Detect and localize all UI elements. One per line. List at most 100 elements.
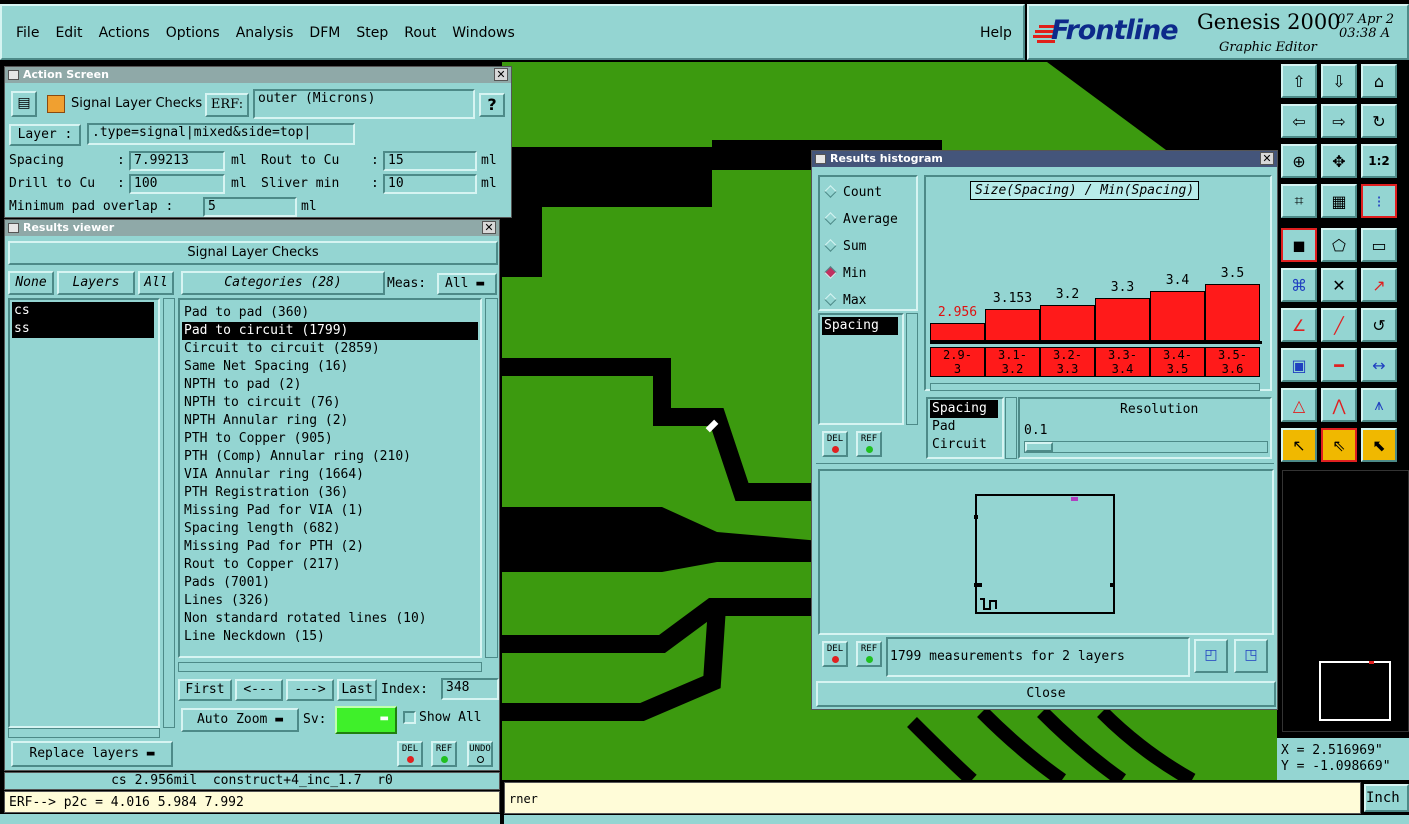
triangle-icon[interactable]: △ xyxy=(1281,388,1317,422)
rout-input[interactable]: 15 xyxy=(383,151,477,171)
list-item[interactable]: ss xyxy=(12,320,154,338)
pan-right-icon[interactable]: ⇨ xyxy=(1321,104,1357,138)
category-item[interactable]: Non standard rotated lines (10) xyxy=(182,610,478,628)
category-item[interactable]: NPTH Annular ring (2) xyxy=(182,412,478,430)
sliver-input[interactable]: 10 xyxy=(383,174,477,194)
grid-icon[interactable]: ▦ xyxy=(1321,184,1357,218)
resolution-scrollbar[interactable] xyxy=(1005,397,1017,459)
trace-icon[interactable]: ━ xyxy=(1321,348,1357,382)
help-button[interactable]: ? xyxy=(479,93,505,117)
mode-sum-radio[interactable]: Sum xyxy=(824,239,866,254)
undo-button[interactable]: UNDO xyxy=(467,741,493,767)
erf-button[interactable]: ERF: xyxy=(205,93,249,117)
index-input[interactable]: 348 xyxy=(441,678,499,700)
pointer-icon[interactable]: ↖ xyxy=(1281,428,1317,462)
bin-label[interactable]: 3.2- 3.3 xyxy=(1040,347,1095,377)
pad-icon[interactable]: ◼ xyxy=(1281,228,1317,262)
menu-help[interactable]: Help xyxy=(980,25,1012,41)
menu-options[interactable]: Options xyxy=(166,25,220,41)
histogram-bar[interactable] xyxy=(930,322,985,341)
list-item[interactable]: Spacing xyxy=(822,317,898,335)
measure-list[interactable]: Spacing xyxy=(818,313,904,425)
menu-edit[interactable]: Edit xyxy=(55,25,82,41)
list-item[interactable]: Circuit xyxy=(930,436,998,454)
save-down-icon[interactable]: ⇩ xyxy=(1321,64,1357,98)
zoom-select-icon[interactable]: ◳ xyxy=(1234,639,1268,673)
measure-icon[interactable]: ⌗ xyxy=(1281,184,1317,218)
sv-color-select[interactable]: ▬ xyxy=(335,706,397,734)
list-item[interactable]: Spacing xyxy=(930,400,998,418)
categories-button[interactable]: Categories (28) xyxy=(181,271,385,295)
close-button[interactable]: Close xyxy=(816,681,1276,707)
category-item[interactable]: Lines (326) xyxy=(182,592,478,610)
category-item[interactable]: PTH to Copper (905) xyxy=(182,430,478,448)
select-icon[interactable]: ⇖ xyxy=(1321,428,1357,462)
menu-analysis[interactable]: Analysis xyxy=(236,25,294,41)
via-icon[interactable]: ▣ xyxy=(1281,348,1317,382)
category-item[interactable]: PTH Registration (36) xyxy=(182,484,478,502)
show-all-checkbox[interactable] xyxy=(403,711,416,724)
meas-select[interactable]: All ▬ xyxy=(437,273,497,295)
replace-layers-select[interactable]: Replace layers ▬ xyxy=(11,741,173,767)
diagonal-icon[interactable]: ╱ xyxy=(1321,308,1357,342)
layers-icon[interactable]: ⁝ xyxy=(1361,184,1397,218)
histogram-bar[interactable] xyxy=(1095,298,1150,341)
histogram-bar[interactable] xyxy=(1150,291,1205,341)
zoom-fit-icon[interactable]: ◰ xyxy=(1194,639,1228,673)
clipboard-icon[interactable]: ▤ xyxy=(11,91,37,117)
histogram-bar[interactable] xyxy=(1040,305,1095,341)
arc-icon[interactable]: ↺ xyxy=(1361,308,1397,342)
category-item[interactable]: NPTH to pad (2) xyxy=(182,376,478,394)
zoom-fit-icon[interactable]: ✥ xyxy=(1321,144,1357,178)
layers-hscrollbar[interactable] xyxy=(8,728,160,738)
line-icon[interactable]: ∠ xyxy=(1281,308,1317,342)
close-icon[interactable]: ✕ xyxy=(1260,152,1274,165)
measure-scrollbar[interactable] xyxy=(906,313,918,425)
resolution-slider[interactable] xyxy=(1024,441,1268,453)
histogram-bar[interactable] xyxy=(985,308,1040,341)
category-item[interactable]: Missing Pad for PTH (2) xyxy=(182,538,478,556)
preview-del-button[interactable]: DEL xyxy=(822,641,848,667)
route-icon[interactable]: ↗ xyxy=(1361,268,1397,302)
category-item[interactable]: Pad to circuit (1799) xyxy=(182,322,478,340)
mode-count-radio[interactable]: Count xyxy=(824,185,882,200)
bin-label[interactable]: 2.9- 3 xyxy=(930,347,985,377)
layer-field[interactable]: .type=signal|mixed&side=top| xyxy=(87,123,355,145)
close-icon[interactable]: ✕ xyxy=(482,221,496,234)
none-button[interactable]: None xyxy=(8,271,54,295)
category-item[interactable]: Circuit to circuit (2859) xyxy=(182,340,478,358)
layers-list[interactable]: cs ss xyxy=(8,298,160,728)
units-button[interactable]: Inch xyxy=(1364,784,1409,812)
close-icon[interactable]: ✕ xyxy=(494,68,508,81)
scale-icon[interactable]: 1:2 xyxy=(1361,144,1397,178)
bin-label[interactable]: 3.4- 3.5 xyxy=(1150,347,1205,377)
dimension-icon[interactable]: ↔ xyxy=(1361,348,1397,382)
hist-del-button[interactable]: DEL xyxy=(822,431,848,457)
categories-list[interactable]: Pad to pad (360) Pad to circuit (1799) Cir… xyxy=(178,298,482,658)
pan-left-icon[interactable]: ⇦ xyxy=(1281,104,1317,138)
home-icon[interactable]: ⇧ xyxy=(1281,64,1317,98)
angle-icon[interactable]: ⋀ xyxy=(1321,388,1357,422)
categories-hscrollbar[interactable] xyxy=(178,662,482,672)
hist-ref-button[interactable]: REF xyxy=(856,431,882,457)
select-box-icon[interactable]: ⬉ xyxy=(1361,428,1397,462)
preview-ref-button[interactable]: REF xyxy=(856,641,882,667)
bracket-icon[interactable]: ⩚ xyxy=(1361,388,1397,422)
categories-scrollbar[interactable] xyxy=(485,298,498,658)
category-item[interactable]: Rout to Copper (217) xyxy=(182,556,478,574)
resolution-list[interactable]: Spacing Pad Circuit xyxy=(926,397,1004,459)
mode-max-radio[interactable]: Max xyxy=(824,293,866,308)
window-menu-icon[interactable] xyxy=(8,223,19,233)
bin-label[interactable]: 3.3- 3.4 xyxy=(1095,347,1150,377)
prev-button[interactable]: <--- xyxy=(235,679,283,701)
layers-scrollbar[interactable] xyxy=(163,298,175,728)
menu-dfm[interactable]: DFM xyxy=(309,25,340,41)
category-item[interactable]: Pads (7001) xyxy=(182,574,478,592)
category-item[interactable]: Same Net Spacing (16) xyxy=(182,358,478,376)
menu-file[interactable]: File xyxy=(16,25,39,41)
overview-map[interactable] xyxy=(1282,470,1409,732)
menu-rout[interactable]: Rout xyxy=(404,25,436,41)
next-button[interactable]: ---> xyxy=(286,679,334,701)
all-layers-button[interactable]: All xyxy=(138,271,174,295)
mode-average-radio[interactable]: Average xyxy=(824,212,898,227)
